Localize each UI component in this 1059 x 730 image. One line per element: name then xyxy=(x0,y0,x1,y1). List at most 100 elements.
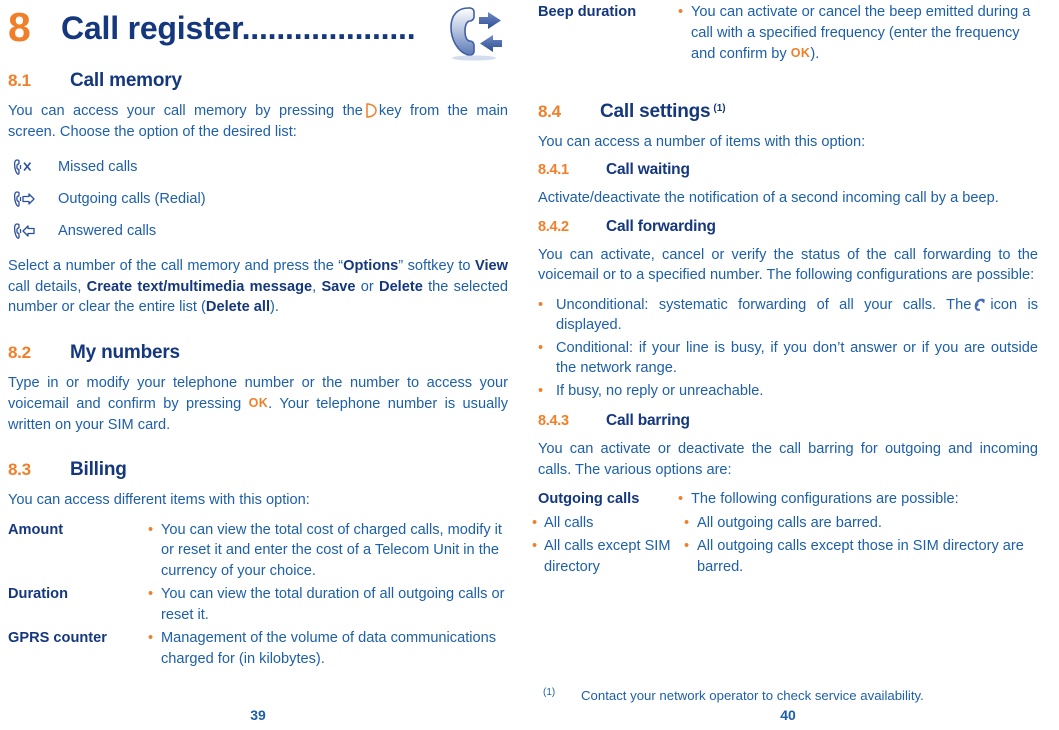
list-item-label: Outgoing calls (Redial) xyxy=(58,191,206,207)
call-memory-intro: You can access your call memory by press… xyxy=(8,101,508,142)
heading-8-4: 8.4 Call settings (1) xyxy=(538,101,1038,123)
bullet-glyph: • xyxy=(678,491,684,507)
def-term-text: All calls except SIM directory xyxy=(544,538,671,575)
def-desc-text: You can view the total duration of all o… xyxy=(161,586,505,623)
opt-b2: View xyxy=(475,258,508,274)
heading-8-1-text: Call memory xyxy=(70,70,182,91)
def-desc: • You can activate or cancel the beep em… xyxy=(678,2,1038,65)
table-row: • All calls • All outgoing calls are barr… xyxy=(532,513,1038,534)
opt-t3: call details, xyxy=(8,278,87,295)
def-term: • All calls except SIM directory xyxy=(532,536,684,577)
chapter-number: 8 xyxy=(8,4,31,50)
chapter-title: Call register.................... xyxy=(61,10,416,46)
def-term: Duration xyxy=(8,586,68,602)
ok-key-glyph: OK xyxy=(248,396,269,410)
def-term: Amount xyxy=(8,521,64,538)
ok-key-glyph: OK xyxy=(790,46,811,60)
call-barring-body: You can activate or deactivate the call … xyxy=(538,441,1038,478)
opt-t1: Select a number of the call memory and p… xyxy=(8,258,344,274)
heading-8-4-number: 8.4 xyxy=(538,101,561,121)
page-number-right: 40 xyxy=(780,707,796,723)
list-item: Outgoing calls (Redial) xyxy=(8,183,508,215)
def-desc-text: All outgoing calls are barred. xyxy=(697,514,882,531)
def-desc: • Management of the volume of data commu… xyxy=(148,628,508,669)
missed-calls-icon xyxy=(8,159,58,175)
heading-8-2-text: My numbers xyxy=(70,341,180,363)
list-item-label: Unconditional: systematic forwarding of … xyxy=(556,295,1038,336)
heading-8-4-3-number: 8.4.3 xyxy=(538,413,569,429)
call-waiting-body: Activate/deactivate the notification of … xyxy=(538,190,999,206)
def-desc: • All outgoing calls except those in SIM… xyxy=(684,536,1038,577)
footnote-text: Contact your network operator to check s… xyxy=(581,688,924,703)
def-term-text: All calls xyxy=(544,514,594,531)
list-item-label: Conditional: if your line is busy, if yo… xyxy=(556,339,1038,377)
call-barring-definition-list: Outgoing calls • The following configura… xyxy=(532,489,1038,577)
table-row: Amount • You can view the total cost of … xyxy=(8,520,508,582)
call-memory-options-paragraph: Select a number of the call memory and p… xyxy=(8,256,508,318)
heading-8-3: 8.3 Billing xyxy=(8,459,508,481)
chapter-header: 8 Call register.................... xyxy=(8,2,508,70)
heading-8-2-number: 8.2 xyxy=(8,342,31,362)
opt-t7: ). xyxy=(270,299,279,315)
bullet-glyph: • xyxy=(148,630,154,646)
bullet-glyph: • xyxy=(148,521,154,538)
table-row: GPRS counter • Management of the volume … xyxy=(8,628,508,669)
heading-8-1: 8.1 Call memory xyxy=(8,70,508,92)
def-term: Beep duration xyxy=(538,4,637,20)
left-page-column: 8 Call register.................... 8.1 … xyxy=(8,0,508,730)
beep-duration-row: Beep duration • You can activate or canc… xyxy=(538,2,1038,65)
def-desc-text: The following configurations are possibl… xyxy=(691,491,959,507)
bullet-glyph: • xyxy=(684,538,690,554)
bullet-glyph: • xyxy=(538,339,544,356)
bullet-glyph: • xyxy=(532,514,538,531)
def-desc: • You can view the total duration of all… xyxy=(148,584,508,625)
heading-8-4-1-text: Call waiting xyxy=(606,161,690,178)
beep-desc-part1: You can activate or cancel the beep emit… xyxy=(691,4,1031,62)
call-memory-intro-part1: You can access your call memory by press… xyxy=(8,103,363,119)
opt-t5: or xyxy=(355,278,380,295)
call-memory-icon-list: Missed calls Outgoing calls (Redial) Ans… xyxy=(8,151,508,247)
manual-page-spread: 8 Call register.................... 8.1 … xyxy=(0,0,1059,730)
list-item-label: If busy, no reply or unreachable. xyxy=(556,382,764,399)
call-register-icon xyxy=(444,2,508,62)
def-term: GPRS counter xyxy=(8,630,107,646)
heading-8-4-2: 8.4.2 Call forwarding xyxy=(538,218,1038,236)
table-row: • All calls except SIM directory • All ou… xyxy=(532,536,1038,577)
bullet-glyph: • xyxy=(532,538,538,554)
list-item: Answered calls xyxy=(8,215,508,247)
heading-8-4-1-number: 8.4.1 xyxy=(538,162,569,178)
answered-calls-icon xyxy=(8,223,58,239)
list-item-label: Answered calls xyxy=(58,223,157,239)
bullet-glyph: • xyxy=(538,296,544,313)
opt-b4: Save xyxy=(321,278,356,295)
def-desc-text: You can view the total cost of charged c… xyxy=(161,521,502,579)
def-desc: • You can view the total cost of charged… xyxy=(148,520,508,582)
table-row: Outgoing calls • The following configura… xyxy=(538,489,1038,510)
heading-8-4-1: 8.4.1 Call waiting xyxy=(538,161,1038,179)
billing-definition-list: Amount • You can view the total cost of … xyxy=(8,520,508,670)
heading-8-2: 8.2 My numbers xyxy=(8,342,508,364)
heading-8-1-number: 8.1 xyxy=(8,71,31,90)
call-forwarding-body: You can activate, cancel or verify the s… xyxy=(538,246,1038,284)
beep-desc-part2: ). xyxy=(810,46,820,62)
heading-8-4-2-text: Call forwarding xyxy=(606,217,716,235)
list-item: • If busy, no reply or unreachable. xyxy=(538,381,1038,402)
heading-8-4-3-text: Call barring xyxy=(606,412,690,429)
list-item: • Unconditional: systematic forwarding o… xyxy=(538,295,1038,336)
footnote-marker: (1) xyxy=(543,687,556,698)
def-desc-text: All outgoing calls except those in SIM d… xyxy=(697,538,1024,575)
call-settings-intro: You can access a number of items with th… xyxy=(538,133,866,150)
bullet-glyph: • xyxy=(684,514,690,531)
heading-8-4-2-number: 8.4.2 xyxy=(538,218,569,235)
heading-8-4-3: 8.4.3 Call barring xyxy=(538,412,1038,430)
opt-b5: Delete xyxy=(379,278,423,295)
bullet-0-part1: Unconditional: systematic forwarding of … xyxy=(556,296,972,313)
call-forwarding-icon xyxy=(973,297,988,312)
def-term: Outgoing calls xyxy=(538,491,640,507)
def-term: • All calls xyxy=(532,513,684,534)
outgoing-calls-icon xyxy=(8,191,58,207)
list-item-label: Missed calls xyxy=(58,159,138,175)
footnote: (1) Contact your network operator to che… xyxy=(538,687,1038,703)
opt-b1: Options xyxy=(343,258,399,274)
page-number-left: 39 xyxy=(250,707,266,723)
